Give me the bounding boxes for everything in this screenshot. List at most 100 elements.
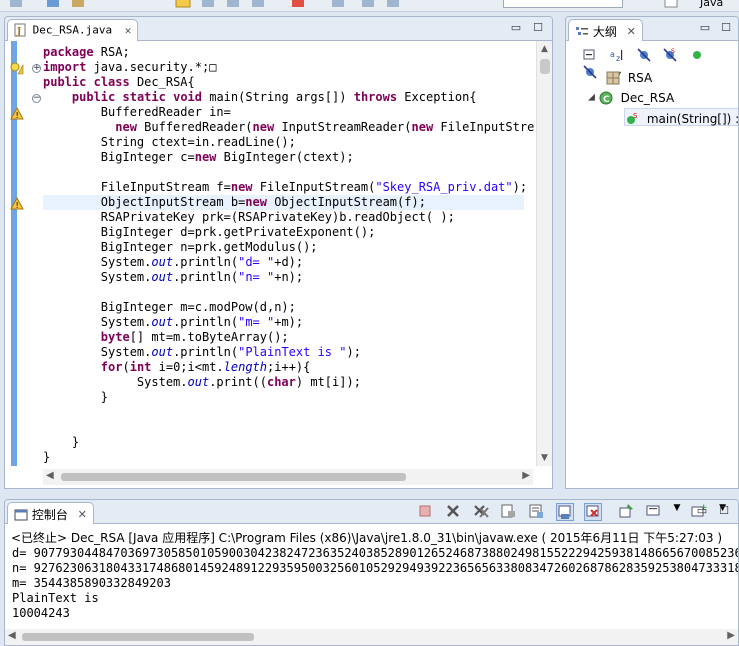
code-line[interactable]: System.out.println("PlainText is ");	[43, 345, 524, 360]
toolbar-button[interactable]	[45, 0, 61, 8]
editor-vertical-scrollbar[interactable]: ▲ ▼	[536, 41, 552, 466]
maximize-icon[interactable]: ☐	[531, 21, 545, 35]
code-text[interactable]: package RSA; import java.security.*;□ publ…	[43, 45, 534, 465]
warning-icon[interactable]: !	[10, 107, 24, 121]
scroll-right-icon[interactable]: ▶	[727, 630, 735, 641]
code-line[interactable]	[43, 420, 524, 435]
scroll-lock-icon[interactable]	[528, 503, 546, 521]
code-line[interactable]: BufferedReader in=	[43, 105, 524, 120]
show-on-error-icon[interactable]	[583, 503, 602, 521]
close-icon[interactable]: ✕	[78, 508, 87, 521]
editor-tab[interactable]: J Dec_RSA.java ✕	[7, 19, 139, 41]
code-line[interactable]: System.out.println("d= "+d);	[43, 255, 524, 270]
outline-item-imports[interactable]: RSA	[606, 68, 652, 86]
toolbar-button[interactable]	[663, 0, 679, 8]
toolbar-button[interactable]	[250, 0, 266, 8]
code-line[interactable]: new BufferedReader(new InputStreamReader…	[43, 120, 534, 135]
code-line[interactable]: System.out.println("n= "+n);	[43, 270, 524, 285]
outline-tab[interactable]: 大纲 ✕	[568, 19, 643, 41]
code-line[interactable]: public class Dec_RSA{	[43, 75, 524, 90]
code-token: new	[411, 120, 434, 134]
console-horizontal-scrollbar[interactable]: ◀ ▶	[5, 629, 738, 645]
code-token: InputStreamReader(	[274, 120, 412, 134]
hide-nonpublic-icon[interactable]	[689, 48, 705, 64]
code-line[interactable]	[43, 165, 524, 180]
hide-fields-icon[interactable]	[636, 48, 652, 64]
close-icon[interactable]: ✕	[627, 25, 636, 38]
outline-item-method[interactable]: S main(String[]) :	[624, 108, 738, 126]
minimize-icon[interactable]: ▭	[698, 21, 712, 35]
scroll-left-icon[interactable]: ◀	[8, 630, 16, 641]
hide-static-icon[interactable]: S	[662, 48, 678, 64]
maximize-icon[interactable]: ☐	[719, 21, 733, 35]
scroll-left-icon[interactable]: ◀	[46, 470, 54, 481]
code-line[interactable]: import java.security.*;□	[43, 60, 524, 75]
code-line[interactable]: BigInteger n=prk.getModulus();	[43, 240, 524, 255]
expand-icon[interactable]: +	[32, 64, 41, 73]
toolbar-button[interactable]	[225, 0, 241, 8]
scroll-right-icon[interactable]: ▶	[522, 470, 530, 481]
toolbar-button[interactable]	[200, 0, 216, 8]
quick-access-field[interactable]	[503, 0, 623, 8]
warning-lightbulb-icon[interactable]	[10, 61, 24, 75]
code-line[interactable]: BigInteger c=new BigInteger(ctext);	[43, 150, 524, 165]
code-line[interactable]: System.out.println("m= "+m);	[43, 315, 524, 330]
java-perspective-button[interactable]: Java	[700, 0, 723, 9]
minimize-icon[interactable]: ▭	[509, 21, 523, 35]
minimize-icon[interactable]: ▭	[695, 504, 709, 518]
pin-console-icon[interactable]	[618, 503, 636, 521]
close-icon[interactable]: ✕	[125, 24, 132, 37]
code-token: );	[346, 345, 361, 359]
code-token: ObjectInputStream(f);	[266, 195, 426, 209]
toolbar-button[interactable]	[330, 0, 346, 8]
remove-all-icon[interactable]	[473, 503, 491, 521]
collapse-all-icon[interactable]	[582, 48, 598, 64]
code-line[interactable]: package RSA;	[43, 45, 524, 60]
code-line[interactable]: RSAPrivateKey prk=(RSAPrivateKey)b.readO…	[43, 210, 524, 225]
hide-local-types-icon[interactable]	[582, 65, 598, 81]
scrollbar-thumb[interactable]	[61, 473, 406, 481]
code-line[interactable]: byte[] mt=m.toByteArray();	[43, 330, 524, 345]
maximize-icon[interactable]: ☐	[717, 504, 731, 518]
code-line[interactable]: System.out.print((char) mt[i]);	[43, 375, 524, 390]
code-line[interactable]: BigInteger m=c.modPow(d,n);	[43, 300, 524, 315]
toolbar-button[interactable]	[70, 0, 86, 8]
code-line[interactable]: ObjectInputStream b=new ObjectInputStrea…	[43, 195, 524, 210]
code-line[interactable]: }	[43, 435, 524, 450]
console-tab[interactable]: 控制台 ✕	[7, 502, 94, 524]
toolbar-button[interactable]	[175, 0, 191, 8]
remove-launch-icon[interactable]	[445, 503, 463, 521]
tree-expanded-icon[interactable]: ◢	[588, 93, 595, 103]
code-line[interactable]: public static void main(String args[]) t…	[43, 90, 524, 105]
code-line[interactable]: FileInputStream f=new FileInputStream("S…	[43, 180, 527, 195]
toolbar-button[interactable]	[385, 0, 401, 8]
outline-item-class[interactable]: ◢ C Dec_RSA	[588, 88, 674, 106]
console-output[interactable]: d= 9077930448470369730585010590030423824…	[12, 546, 738, 621]
scrollbar-thumb[interactable]	[540, 59, 550, 74]
code-token: .println(	[173, 255, 239, 269]
toolbar-button[interactable]	[8, 0, 24, 8]
code-token: out	[151, 315, 174, 329]
clear-console-icon[interactable]	[500, 503, 518, 521]
display-console-icon[interactable]	[646, 503, 664, 521]
scroll-up-icon[interactable]: ▲	[541, 44, 548, 54]
warning-icon[interactable]: !	[10, 197, 24, 211]
sort-icon[interactable]: az	[609, 48, 625, 64]
scroll-down-icon[interactable]: ▼	[541, 453, 548, 463]
terminate-icon[interactable]	[417, 503, 435, 521]
code-line[interactable]: }	[43, 450, 524, 465]
code-line[interactable]	[43, 405, 524, 420]
code-line[interactable]	[43, 285, 524, 300]
code-line[interactable]: String ctext=in.readLine();	[43, 135, 524, 150]
collapse-icon[interactable]: −	[32, 94, 41, 103]
editor-horizontal-scrollbar[interactable]: ◀ ▶	[43, 469, 533, 485]
toolbar-button[interactable]	[360, 0, 376, 8]
dropdown-arrow-icon[interactable]: ▼	[673, 503, 681, 521]
code-line[interactable]: }	[43, 390, 524, 405]
scrollbar-thumb[interactable]	[22, 633, 254, 641]
toolbar-button[interactable]	[290, 0, 306, 8]
code-line[interactable]: BigInteger d=prk.getPrivateExponent();	[43, 225, 524, 240]
code-line[interactable]: for(int i=0;i<mt.length;i++){	[43, 360, 524, 375]
show-on-output-icon[interactable]	[556, 503, 575, 521]
